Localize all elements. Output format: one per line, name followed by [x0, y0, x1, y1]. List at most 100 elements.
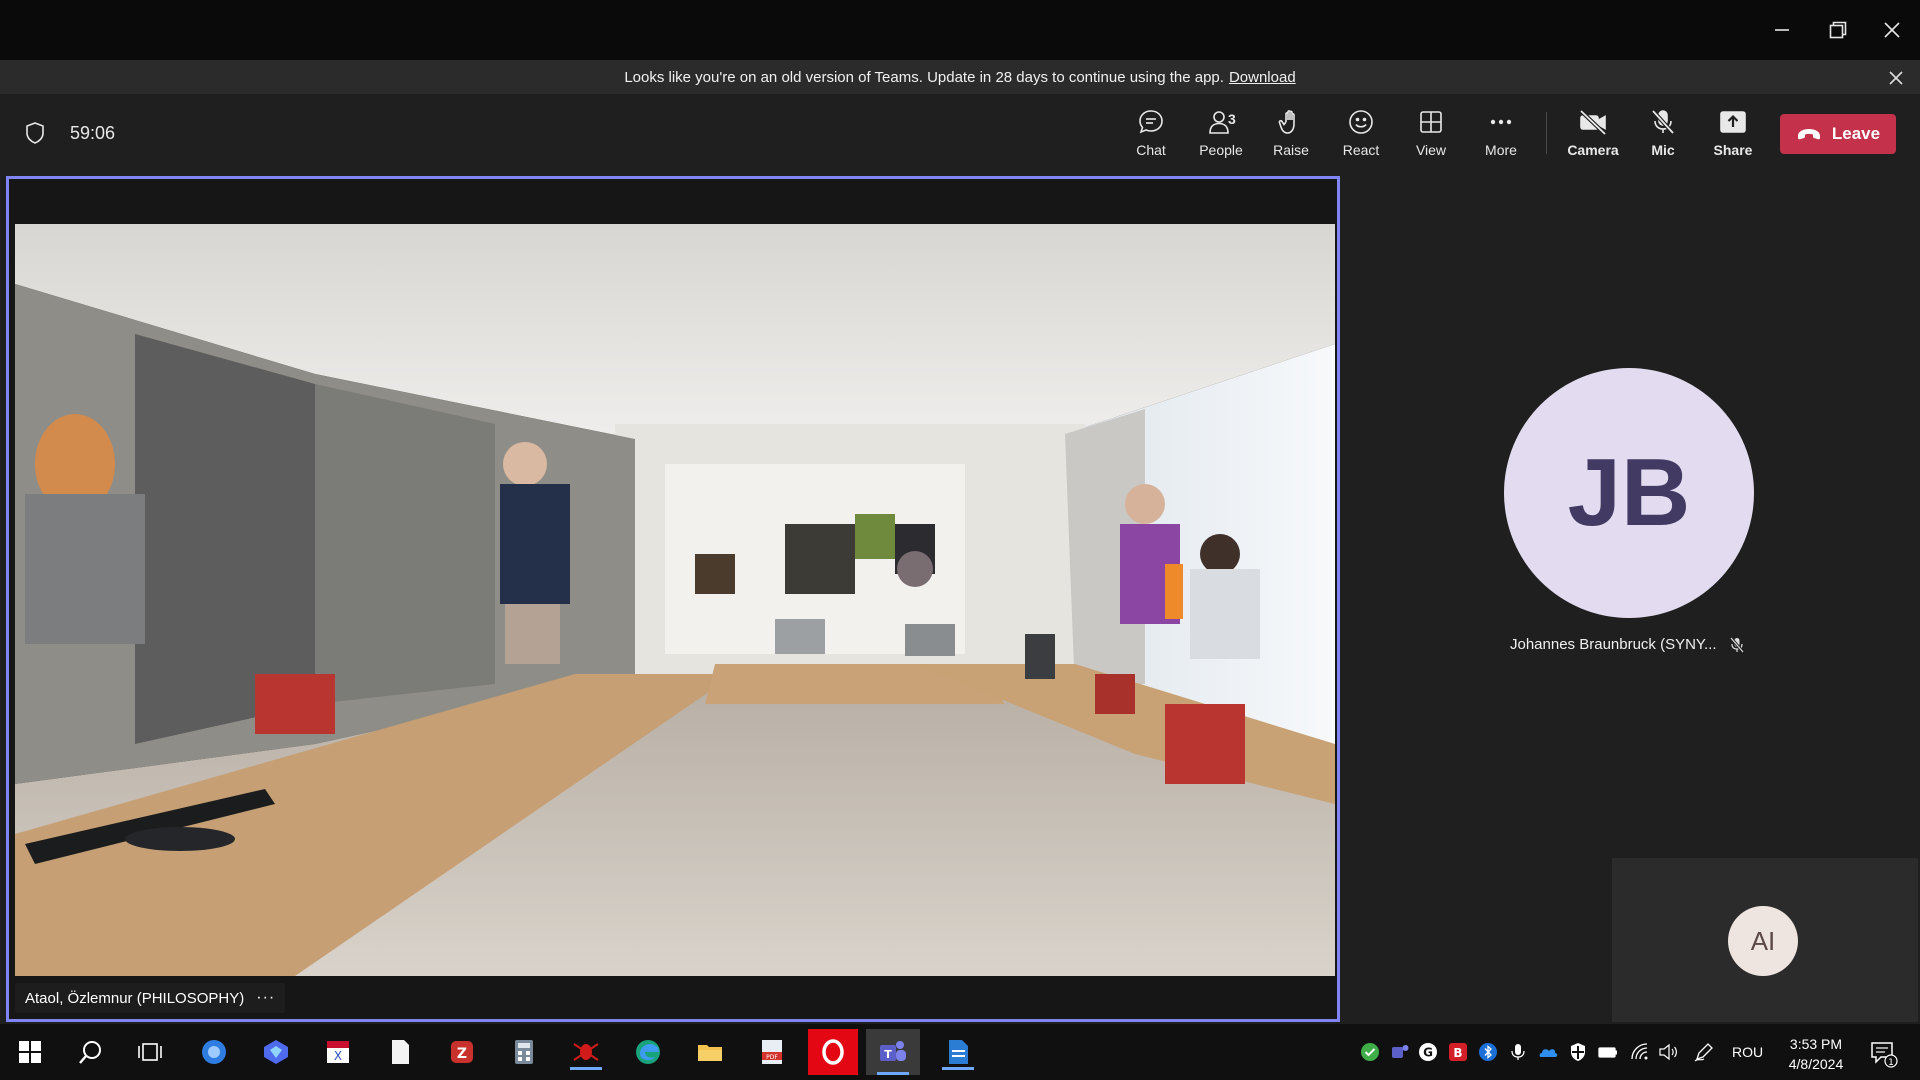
hang-up-icon	[1797, 129, 1820, 140]
search-icon	[79, 1041, 101, 1064]
raise-hand-button[interactable]: Raise	[1258, 106, 1324, 166]
taskbar-app-9[interactable]	[692, 1034, 728, 1070]
participant-name-tag: Ataol, Özlemnur (PHILOSOPHY) ···	[15, 983, 286, 1013]
start-button[interactable]	[12, 1034, 48, 1070]
minimize-icon	[1775, 29, 1789, 31]
chat-button[interactable]: Chat	[1118, 106, 1184, 166]
onedrive-icon[interactable]	[1538, 1042, 1558, 1062]
teams-tray-icon[interactable]	[1390, 1042, 1410, 1062]
participant-more-button[interactable]: ···	[256, 989, 275, 1007]
camera-off-icon	[1579, 109, 1607, 136]
download-link[interactable]: Download	[1229, 69, 1296, 86]
folder-icon	[698, 1045, 722, 1061]
taskbar-app-10[interactable]: PDF	[754, 1034, 790, 1070]
restore-button[interactable]	[1816, 8, 1860, 52]
task-view-button[interactable]	[132, 1034, 168, 1070]
active-indicator	[942, 1067, 974, 1070]
share-button[interactable]: Share	[1700, 106, 1766, 166]
taskbar-app-7[interactable]	[568, 1034, 604, 1070]
restore-icon	[1829, 21, 1847, 39]
main-video-tile[interactable]: Ataol, Özlemnur (PHILOSOPHY) ···	[6, 176, 1340, 1022]
taskbar-app-3[interactable]: X	[320, 1034, 356, 1070]
taskbar-app-2[interactable]	[258, 1034, 294, 1070]
pdf-icon: PDF	[762, 1040, 782, 1064]
volume-icon[interactable]	[1658, 1042, 1678, 1062]
taskbar-app-5[interactable]: Z	[444, 1034, 480, 1070]
bluetooth-icon[interactable]	[1478, 1042, 1498, 1062]
svg-text:B: B	[1453, 1046, 1462, 1060]
grid-view-icon	[1420, 111, 1442, 133]
participant-avatar[interactable]: JB	[1504, 368, 1754, 618]
self-view-tile[interactable]: AI	[1612, 858, 1918, 1022]
svg-text:G: G	[1423, 1046, 1433, 1060]
taskbar-app-11[interactable]	[808, 1029, 858, 1075]
active-indicator	[570, 1067, 602, 1070]
people-button[interactable]: 3 People	[1188, 106, 1254, 166]
share-screen-icon	[1720, 111, 1746, 133]
wifi-icon[interactable]	[1630, 1042, 1650, 1062]
active-indicator	[877, 1072, 909, 1075]
close-icon	[1889, 71, 1903, 85]
clock[interactable]: 3:53 PM 4/8/2024	[1780, 1034, 1852, 1074]
participant-name: Johannes Braunbruck (SYNY...	[1510, 636, 1717, 653]
spider-app-icon	[573, 1043, 599, 1061]
pen-icon[interactable]	[1694, 1042, 1714, 1062]
react-button[interactable]: React	[1328, 106, 1394, 166]
self-avatar: AI	[1728, 906, 1798, 976]
banner-text: Looks like you're on an old version of T…	[624, 68, 1224, 86]
more-horizontal-icon	[1490, 119, 1512, 125]
notification-count: 1	[1888, 1058, 1894, 1068]
react-label: React	[1342, 142, 1380, 158]
defender-icon[interactable]	[1568, 1042, 1588, 1062]
zotero-icon: Z	[451, 1041, 473, 1063]
minimize-button[interactable]	[1760, 8, 1804, 52]
view-button[interactable]: View	[1398, 106, 1464, 166]
mic-button[interactable]: Mic	[1630, 106, 1696, 166]
banner-close-button[interactable]	[1886, 68, 1906, 88]
taskbar-app-4[interactable]	[382, 1034, 418, 1070]
people-count: 3	[1228, 111, 1236, 127]
more-button[interactable]: More	[1468, 106, 1534, 166]
file-icon	[392, 1040, 409, 1064]
chat-label: Chat	[1136, 142, 1166, 158]
taskbar-app-6[interactable]	[506, 1034, 542, 1070]
participant-name: Ataol, Özlemnur (PHILOSOPHY)	[25, 989, 245, 1007]
meeting-toolbar: 59:06 Chat 3 People Raise React View Mor…	[0, 94, 1920, 172]
update-banner: Looks like you're on an old version of T…	[0, 60, 1920, 94]
calculator-icon	[515, 1040, 533, 1064]
windows-icon	[19, 1041, 41, 1063]
chat-icon	[1139, 110, 1163, 134]
taskbar-app-teams[interactable]: T	[866, 1029, 920, 1075]
taskbar-app-1[interactable]	[196, 1034, 232, 1070]
shield-icon[interactable]	[24, 121, 46, 145]
camera-button[interactable]: Camera	[1560, 106, 1626, 166]
taskbar-app-8[interactable]	[630, 1034, 666, 1070]
svg-text:PDF: PDF	[766, 1054, 778, 1061]
close-button[interactable]	[1870, 8, 1914, 52]
microphone-icon[interactable]	[1508, 1042, 1528, 1062]
people-label: People	[1199, 142, 1243, 158]
security-check-icon[interactable]	[1360, 1042, 1380, 1062]
browser-icon	[202, 1040, 226, 1064]
video-feed	[15, 224, 1335, 976]
battery-icon[interactable]	[1598, 1042, 1618, 1062]
task-view-icon	[138, 1043, 162, 1061]
red-app-icon[interactable]: B	[1448, 1042, 1468, 1062]
close-icon	[1884, 22, 1900, 38]
mic-off-icon	[1651, 109, 1675, 135]
calendar-app-icon: X	[327, 1041, 349, 1063]
edge-icon	[636, 1040, 660, 1064]
svg-text:T: T	[884, 1048, 892, 1061]
search-button[interactable]	[72, 1034, 108, 1070]
title-bar	[0, 0, 1920, 60]
copilot-icon	[264, 1040, 288, 1064]
camera-label: Camera	[1567, 142, 1619, 158]
svg-text:X: X	[334, 1049, 342, 1063]
taskbar-app-12[interactable]	[940, 1034, 976, 1070]
input-language[interactable]: ROU	[1732, 1044, 1763, 1060]
taskbar: X Z PDF T G B ROU 3:53 PM 4/8/2024 1	[0, 1024, 1920, 1080]
leave-button[interactable]: Leave	[1780, 114, 1896, 154]
notifications-button[interactable]: 1	[1868, 1038, 1898, 1068]
grammarly-icon[interactable]: G	[1418, 1042, 1438, 1062]
opera-icon	[822, 1039, 844, 1065]
